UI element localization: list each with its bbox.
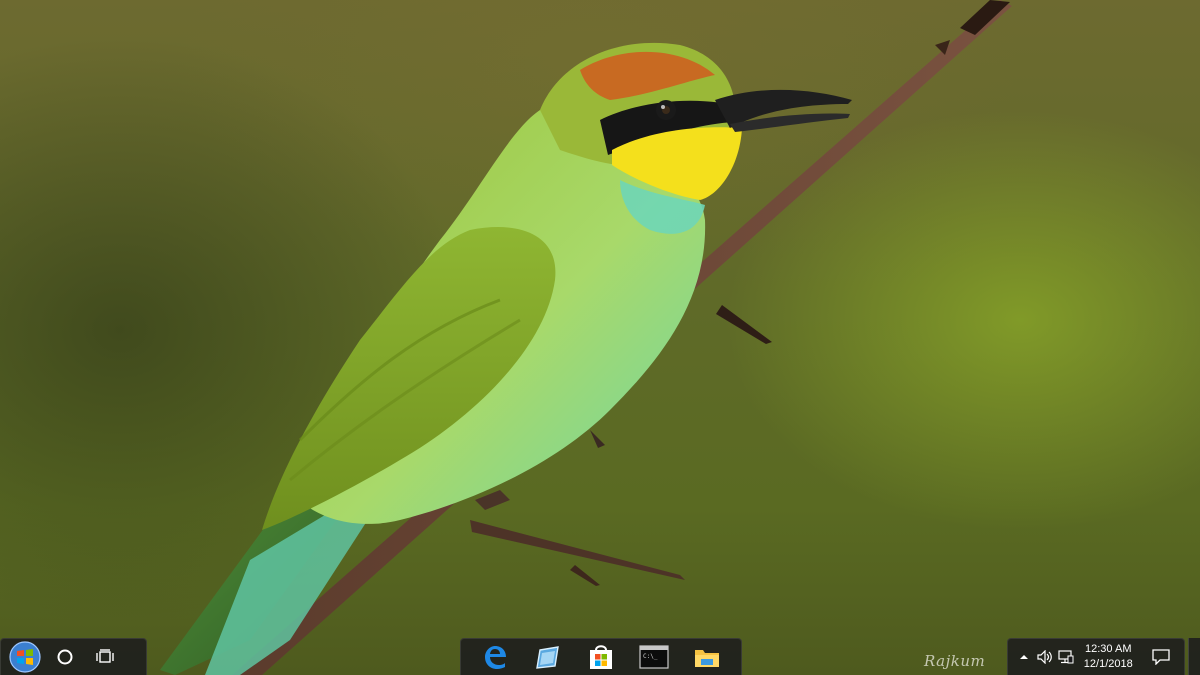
- volume-button[interactable]: [1035, 639, 1056, 675]
- network-button[interactable]: [1056, 639, 1077, 675]
- edge-icon: [485, 646, 507, 669]
- command-prompt-icon: C:\_: [639, 645, 669, 669]
- desktop: Rajkum C:\_ 12:30 AM 12/1/2018: [0, 0, 1200, 675]
- cortana-circle-icon: [57, 649, 73, 665]
- clock[interactable]: 12:30 AM 12/1/2018: [1079, 639, 1138, 675]
- app-window-icon: [536, 646, 560, 669]
- app-window-button[interactable]: [528, 639, 568, 675]
- file-explorer-icon: [694, 650, 719, 667]
- store-button[interactable]: [581, 639, 621, 675]
- search-button[interactable]: [45, 639, 85, 675]
- wallpaper-image: [160, 0, 1012, 675]
- taskbar-left: [0, 638, 147, 675]
- file-explorer-button[interactable]: [687, 639, 727, 675]
- windows-orb-icon: [9, 641, 41, 673]
- edge-button[interactable]: [475, 639, 515, 675]
- store-icon: [589, 645, 612, 669]
- volume-icon: [1037, 650, 1053, 664]
- start-button[interactable]: [5, 639, 45, 675]
- show-desktop-button[interactable]: [1188, 638, 1200, 675]
- system-tray: 12:30 AM 12/1/2018: [1007, 638, 1185, 675]
- clock-time: 12:30 AM: [1085, 643, 1132, 655]
- task-view-icon: [96, 649, 114, 663]
- taskbar-pinned-apps: C:\_: [460, 638, 742, 675]
- clock-date: 12/1/2018: [1083, 658, 1133, 670]
- network-icon: [1058, 650, 1074, 664]
- show-hidden-icons-button[interactable]: [1014, 639, 1035, 675]
- chevron-up-icon: [1020, 655, 1029, 659]
- command-prompt-button[interactable]: C:\_: [634, 639, 674, 675]
- task-view-button[interactable]: [85, 639, 125, 675]
- action-center-button[interactable]: [1144, 639, 1178, 675]
- photographer-signature: Rajkum: [924, 652, 986, 670]
- svg-text:C:\_: C:\_: [643, 653, 658, 660]
- action-center-icon: [1152, 649, 1170, 665]
